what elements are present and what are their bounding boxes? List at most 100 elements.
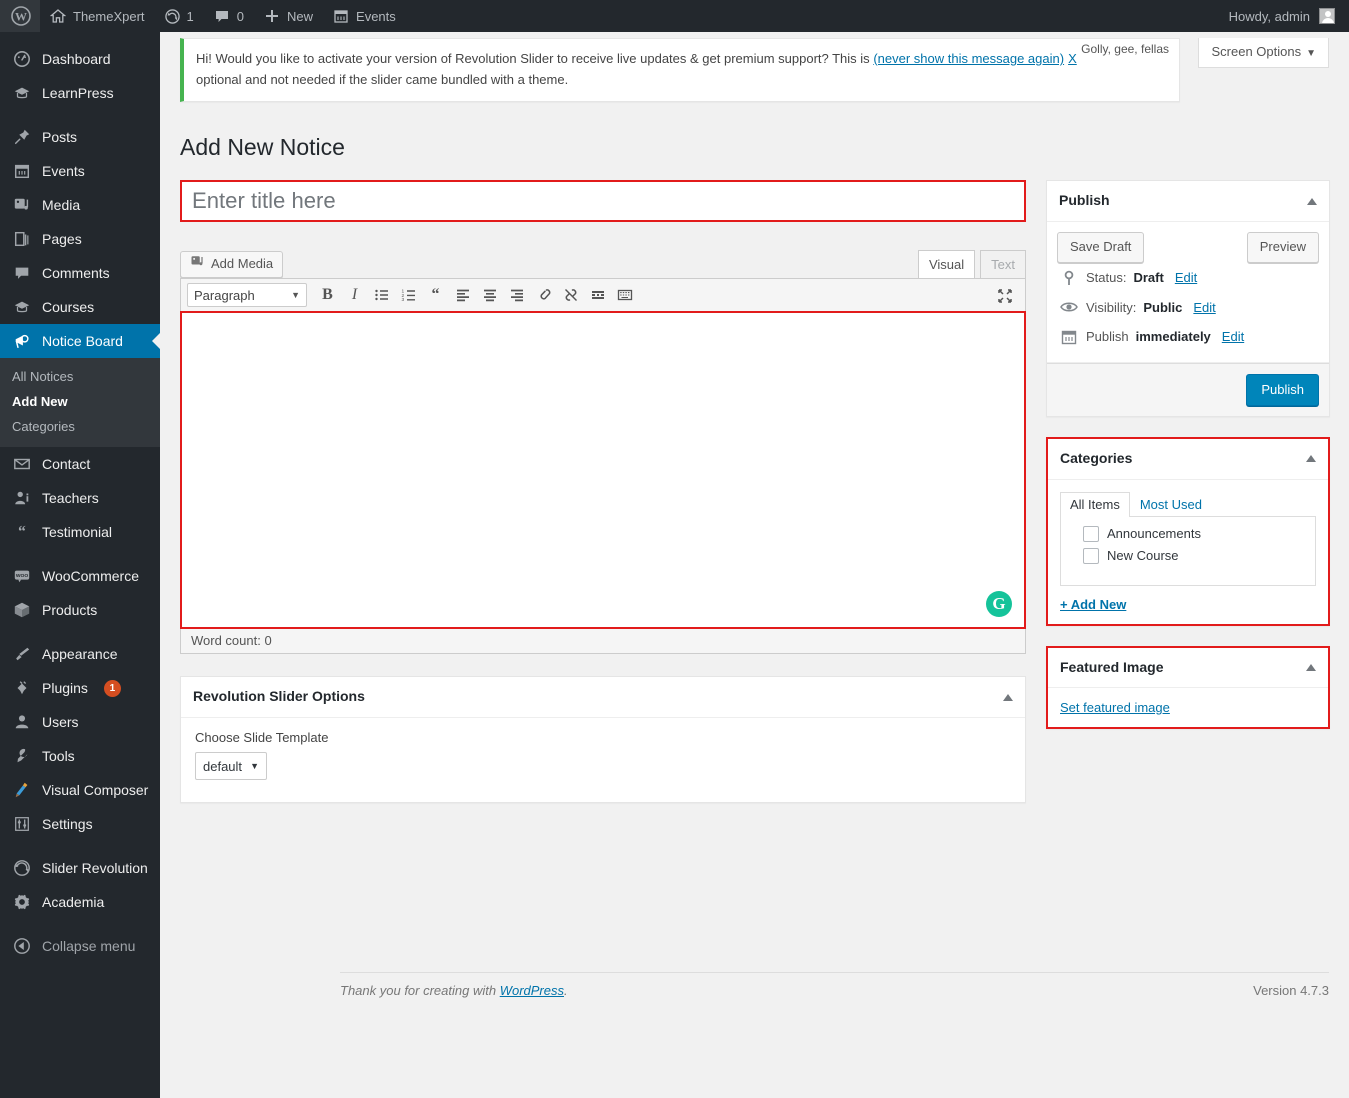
tab-most-used[interactable]: Most Used [1130, 492, 1212, 517]
set-featured-image-link[interactable]: Set featured image [1060, 700, 1170, 715]
comments-button[interactable]: 0 [204, 0, 254, 32]
categories-box-header[interactable]: Categories [1048, 439, 1328, 480]
categories-box-body: All Items Most Used Announcements New Co… [1048, 480, 1328, 624]
post-content-editor[interactable]: G [180, 311, 1026, 629]
sidebar-item-label: Media [42, 198, 80, 212]
sidebar-item-media[interactable]: Media [0, 188, 160, 222]
tab-all-items[interactable]: All Items [1060, 492, 1130, 517]
edit-visibility-link[interactable]: Edit [1193, 300, 1215, 315]
align-left-icon[interactable] [450, 283, 475, 307]
sidebar-item-teachers[interactable]: Teachers [0, 481, 160, 515]
toolbar-toggle-icon[interactable] [612, 283, 637, 307]
events-menu[interactable]: Events [323, 0, 406, 32]
sidebar-item-pages[interactable]: Pages [0, 222, 160, 256]
pin-marker-icon [1059, 270, 1079, 286]
publish-button[interactable]: Publish [1246, 374, 1319, 407]
sidebar-item-academia[interactable]: Academia [0, 885, 160, 919]
preview-button[interactable]: Preview [1247, 232, 1319, 263]
dismiss-notice-button[interactable]: X [1068, 51, 1077, 66]
sidebar-item-tools[interactable]: Tools [0, 739, 160, 773]
sidebar-item-notice-board[interactable]: Notice Board [0, 324, 160, 358]
updates-button[interactable]: 1 [155, 0, 204, 32]
align-center-icon[interactable] [477, 283, 502, 307]
italic-icon[interactable]: I [342, 283, 367, 307]
category-checkbox-new-course[interactable] [1083, 548, 1099, 564]
sidebar-item-settings[interactable]: Settings [0, 807, 160, 841]
content-area: Golly, gee, fellas Screen Options▼ Hi! W… [160, 32, 1349, 1098]
add-media-label: Add Media [211, 255, 273, 273]
publish-box-header[interactable]: Publish [1047, 181, 1329, 222]
bold-icon[interactable]: B [315, 283, 340, 307]
site-name-menu[interactable]: ThemeXpert [40, 0, 155, 32]
pin-icon [12, 127, 32, 147]
remove-link-icon[interactable] [558, 283, 583, 307]
read-more-icon[interactable] [585, 283, 610, 307]
insert-link-icon[interactable] [531, 283, 556, 307]
chevron-up-icon[interactable] [1306, 664, 1316, 671]
wordpress-logo-button[interactable]: W [0, 0, 40, 32]
fullscreen-icon[interactable] [992, 284, 1017, 308]
add-media-button[interactable]: Add Media [180, 251, 283, 278]
revslider-box-title: Revolution Slider Options [193, 687, 365, 707]
edit-status-link[interactable]: Edit [1175, 270, 1197, 285]
slide-template-select[interactable]: default ▼ [195, 752, 267, 780]
post-title-input[interactable] [182, 182, 1024, 220]
sidebar-item-label: Courses [42, 300, 94, 314]
page-title: Add New Notice [180, 124, 1329, 167]
megaphone-icon [12, 331, 32, 351]
sidebar-item-courses[interactable]: Courses [0, 290, 160, 324]
revslider-box-header[interactable]: Revolution Slider Options [181, 677, 1025, 718]
chevron-up-icon[interactable] [1003, 694, 1013, 701]
sidebar-item-categories[interactable]: Categories [0, 414, 160, 439]
bulleted-list-icon[interactable] [369, 283, 394, 307]
woocommerce-icon: WOO [12, 566, 32, 586]
numbered-list-icon[interactable]: 123 [396, 283, 421, 307]
screen-options-button[interactable]: Screen Options▼ [1198, 38, 1329, 68]
sidebar-item-contact[interactable]: Contact [0, 447, 160, 481]
add-new-category-link[interactable]: + Add New [1060, 597, 1126, 612]
sidebar-item-dashboard[interactable]: Dashboard [0, 42, 160, 76]
paragraph-format-select[interactable]: Paragraph ▼ [187, 283, 307, 307]
sidebar-item-products[interactable]: Products [0, 593, 160, 627]
never-show-again-link[interactable]: (never show this message again) [873, 51, 1064, 66]
chevron-up-icon[interactable] [1307, 198, 1317, 205]
sidebar-item-comments[interactable]: Comments [0, 256, 160, 290]
sidebar-item-appearance[interactable]: Appearance [0, 637, 160, 671]
sidebar-item-label: Dashboard [42, 52, 111, 66]
align-right-icon[interactable] [504, 283, 529, 307]
box-icon [12, 600, 32, 620]
grammarly-icon[interactable]: G [986, 591, 1012, 617]
category-checkbox-announcements[interactable] [1083, 526, 1099, 542]
sidebar-item-testimonial[interactable]: “ Testimonial [0, 515, 160, 549]
sidebar-item-plugins[interactable]: Plugins 1 [0, 671, 160, 705]
sidebar-item-events[interactable]: Events [0, 154, 160, 188]
my-account-menu[interactable]: Howdy, admin [1219, 0, 1349, 32]
post-editor: Add Media Visual Text Paragraph ▼ B [180, 244, 1026, 654]
tab-visual[interactable]: Visual [918, 250, 975, 280]
list-item[interactable]: New Course [1071, 545, 1305, 567]
sidebar-item-slider-revolution[interactable]: Slider Revolution [0, 851, 160, 885]
tab-text[interactable]: Text [980, 250, 1026, 280]
sidebar-item-users[interactable]: Users [0, 705, 160, 739]
sidebar-item-woocommerce[interactable]: WOO WooCommerce [0, 559, 160, 593]
sidebar-item-add-new[interactable]: Add New [0, 389, 160, 414]
comment-icon [214, 8, 230, 24]
collapse-menu-button[interactable]: Collapse menu [0, 929, 160, 963]
edit-schedule-link[interactable]: Edit [1222, 329, 1244, 344]
new-content-menu[interactable]: New [254, 0, 323, 32]
sidebar-item-learnpress[interactable]: LearnPress [0, 76, 160, 110]
chevron-up-icon[interactable] [1306, 455, 1316, 462]
footer-period: . [564, 983, 568, 998]
categories-box-title: Categories [1060, 449, 1132, 469]
sidebar-item-visual-composer[interactable]: Visual Composer [0, 773, 160, 807]
blockquote-icon[interactable]: “ [423, 283, 448, 307]
comment-icon [12, 263, 32, 283]
featured-image-box-header[interactable]: Featured Image [1048, 648, 1328, 689]
list-item[interactable]: Announcements [1071, 523, 1305, 545]
sidebar-item-posts[interactable]: Posts [0, 120, 160, 154]
plug-icon [12, 678, 32, 698]
editor-tools: Add Media Visual Text [180, 244, 1026, 278]
sidebar-item-all-notices[interactable]: All Notices [0, 364, 160, 389]
save-draft-button[interactable]: Save Draft [1057, 232, 1144, 263]
wordpress-link[interactable]: WordPress [500, 983, 564, 998]
